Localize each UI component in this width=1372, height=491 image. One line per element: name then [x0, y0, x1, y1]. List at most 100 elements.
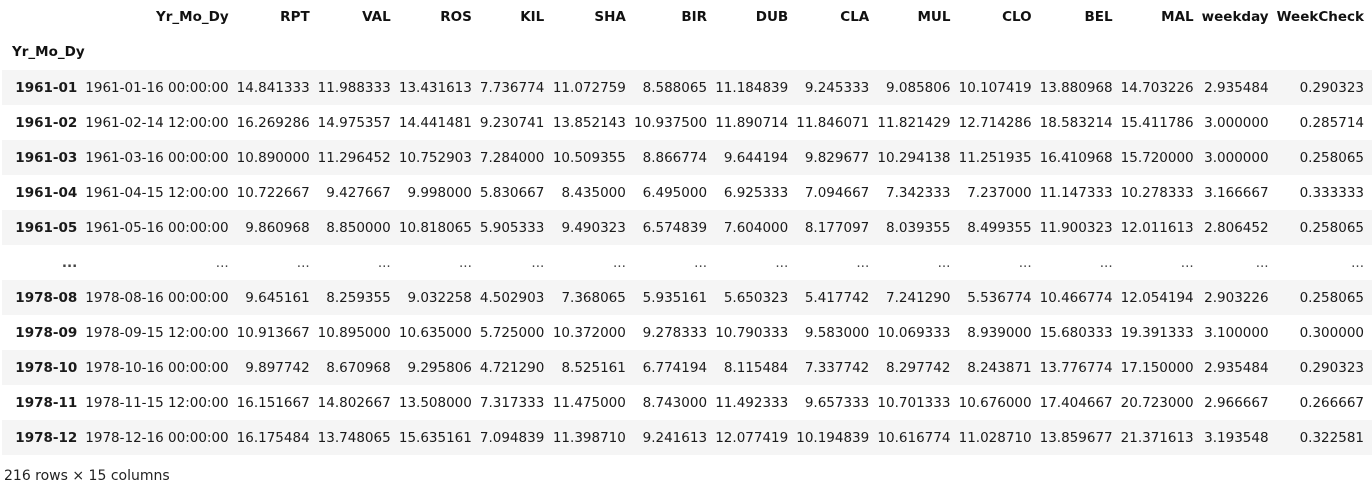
table-cell: 0.290323: [1299, 79, 1364, 96]
table-cell: 15.411786: [1120, 114, 1194, 131]
column-header-clo: CLO: [1002, 9, 1032, 25]
table-cell: 16.410968: [1039, 149, 1113, 166]
table-cell: 9.490323: [561, 219, 626, 236]
row-index-cell: ...: [61, 254, 78, 271]
table-cell: 11.184839: [715, 79, 789, 96]
table-cell: 11.028710: [958, 429, 1032, 446]
table-cell: 17.150000: [1120, 359, 1194, 376]
table-cell: 1978-09-15 12:00:00: [85, 324, 229, 341]
table-cell: 9.032258: [407, 289, 472, 306]
table-cell: 15.680333: [1039, 324, 1113, 341]
row-index-cell: 1961-01: [15, 79, 78, 96]
table-cell: 15.635161: [398, 429, 472, 446]
table-cell: 10.818065: [398, 219, 472, 236]
row-index-cell: 1978-09: [15, 324, 78, 341]
table-cell: 7.094839: [479, 429, 545, 446]
table-cell: 16.269286: [236, 114, 310, 131]
table-cell: 11.072759: [552, 79, 626, 96]
table-cell: 11.890714: [715, 114, 789, 131]
table-cell: 3.166667: [1204, 184, 1269, 201]
table-cell: 13.748065: [317, 429, 391, 446]
table-cell: 14.703226: [1120, 79, 1194, 96]
table-cell: 8.435000: [561, 184, 626, 201]
table-cell: 10.701333: [877, 394, 951, 411]
table-cell: 9.241613: [642, 429, 708, 446]
column-header-ros: ROS: [440, 9, 472, 25]
table-header: Yr_Mo_Dy RPT VAL ROS KIL SHA BIR DUB CLA MUL CLO BE…: [2, 0, 1372, 70]
table-cell: 8.243871: [967, 359, 1032, 376]
table-row: 1961-01 1961-01-16 00:00:00 14.841333 11.98…: [2, 70, 1372, 105]
table-cell: ...: [531, 254, 545, 271]
table-cell: 11.988333: [317, 79, 391, 96]
table-row: 1961-05 1961-05-16 00:00:00 9.860968 8.8500…: [2, 210, 1372, 245]
table-cell: 7.342333: [886, 184, 951, 201]
table-cell: 0.266667: [1299, 394, 1364, 411]
table-cell: 0.290323: [1299, 359, 1364, 376]
table-cell: 14.802667: [317, 394, 391, 411]
row-index-cell: 1961-03: [15, 149, 78, 166]
index-name-row: Yr_Mo_Dy: [2, 34, 1372, 70]
table-cell: 8.499355: [967, 219, 1032, 236]
table-cell: 10.790333: [715, 324, 789, 341]
table-cell: 10.509355: [552, 149, 626, 166]
table-cell: ...: [215, 254, 229, 271]
table-cell: 13.508000: [398, 394, 472, 411]
table-cell: 8.670968: [326, 359, 391, 376]
row-index-cell: 1978-08: [15, 289, 78, 306]
table-cell: ...: [1099, 254, 1113, 271]
table-cell: 10.466774: [1039, 289, 1113, 306]
table-cell: 1961-04-15 12:00:00: [85, 184, 229, 201]
table-cell: 11.846071: [796, 114, 870, 131]
table-cell: 7.241290: [886, 289, 951, 306]
table-cell: 10.194839: [796, 429, 870, 446]
table-cell: 16.151667: [236, 394, 310, 411]
column-header-kil: KIL: [520, 9, 545, 25]
table-cell: 9.427667: [326, 184, 391, 201]
table-cell: 11.251935: [958, 149, 1032, 166]
column-header-val: VAL: [362, 9, 391, 25]
table-cell: 10.616774: [877, 429, 951, 446]
table-cell: 10.294138: [877, 149, 951, 166]
table-cell: 2.966667: [1204, 394, 1269, 411]
table-cell: 10.676000: [958, 394, 1032, 411]
table-cell: 8.525161: [561, 359, 626, 376]
table-cell: 9.998000: [407, 184, 472, 201]
corner-cell: [2, 0, 85, 34]
table-cell: 7.337742: [804, 359, 870, 376]
row-index-cell: 1978-10: [15, 359, 78, 376]
dataframe-output: { "table": { "columns": ["Yr_Mo_Dy","RPT…: [0, 0, 1372, 491]
table-cell: 0.258065: [1299, 219, 1364, 236]
table-cell: 9.278333: [642, 324, 708, 341]
table-cell: 21.371613: [1120, 429, 1194, 446]
table-cell: 11.821429: [877, 114, 951, 131]
table-cell: 9.230741: [479, 114, 545, 131]
table-cell: ...: [937, 254, 951, 271]
table-cell: 5.536774: [967, 289, 1032, 306]
table-cell: 1961-03-16 00:00:00: [85, 149, 229, 166]
table-cell: 11.398710: [552, 429, 626, 446]
table-row: 1961-04 1961-04-15 12:00:00 10.722667 9.427…: [2, 175, 1372, 210]
table-cell: 5.935161: [642, 289, 708, 306]
table-cell: 5.905333: [479, 219, 545, 236]
table-cell: 9.245333: [804, 79, 870, 96]
table-cell: 9.897742: [245, 359, 310, 376]
table-cell: 10.890000: [236, 149, 310, 166]
table-row: 1961-02 1961-02-14 12:00:00 16.269286 14.97…: [2, 105, 1372, 140]
table-cell: 10.107419: [958, 79, 1032, 96]
table-cell: 9.829677: [804, 149, 870, 166]
table-cell: 1961-01-16 00:00:00: [85, 79, 229, 96]
table-cell: 7.237000: [967, 184, 1032, 201]
table-cell: 13.431613: [398, 79, 472, 96]
table-cell: 7.736774: [479, 79, 545, 96]
table-cell: 0.258065: [1299, 149, 1364, 166]
column-header-yr-mo-dy: Yr_Mo_Dy: [156, 9, 229, 25]
column-header-weekcheck: WeekCheck: [1276, 9, 1364, 25]
table-cell: 8.177097: [804, 219, 870, 236]
table-row: ........................................…: [2, 245, 1372, 280]
table-cell: ...: [459, 254, 472, 271]
table-cell: 8.259355: [326, 289, 391, 306]
table-cell: 5.650323: [723, 289, 789, 306]
table-row: 1978-08 1978-08-16 00:00:00 9.645161 8.2593…: [2, 280, 1372, 315]
table-cell: 6.925333: [723, 184, 789, 201]
table-cell: 9.657333: [804, 394, 870, 411]
